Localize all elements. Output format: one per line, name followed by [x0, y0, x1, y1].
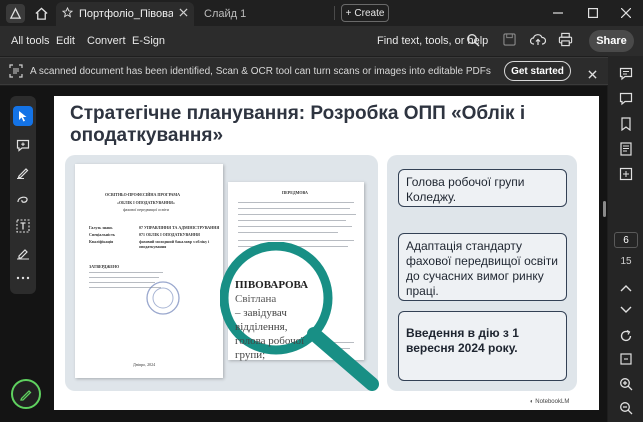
fit-page-icon[interactable] [616, 349, 636, 369]
doc1-level: фахової передвищої освіти [123, 207, 169, 212]
close-notification-icon[interactable] [588, 66, 597, 84]
select-tool-icon[interactable] [13, 106, 33, 126]
highlight-pen-icon[interactable] [13, 162, 33, 182]
search-icon[interactable] [466, 33, 480, 52]
share-button[interactable]: Share [589, 30, 634, 52]
doc1-city-year: Дніпро, 2024 [133, 362, 156, 367]
magnified-line3: голова робочої групи; [235, 335, 305, 361]
pages-thumbnail-icon[interactable] [616, 139, 636, 159]
doc2-heading: ПЕРЕДМОВА [282, 190, 308, 195]
rotate-icon[interactable] [616, 326, 636, 346]
vertical-scrollbar-thumb[interactable] [603, 201, 606, 217]
page-total: 15 [620, 256, 632, 267]
attachments-icon[interactable] [616, 164, 636, 184]
menu-convert[interactable]: Convert [87, 35, 126, 47]
draw-freehand-icon[interactable] [13, 189, 33, 209]
doc1-specialty-label: Спеціальність [89, 232, 116, 237]
bookmark-icon[interactable] [616, 114, 636, 134]
menu-edit[interactable]: Edit [56, 35, 75, 47]
minimize-icon[interactable] [548, 3, 568, 23]
notebooklm-brand: ◐ NotebookLM [530, 399, 570, 405]
scan-icon [9, 64, 23, 83]
app-logo-icon[interactable] [6, 4, 25, 23]
plus-icon: + [345, 7, 352, 19]
info-box-head: Голова робочої групи Коледжу. [398, 169, 567, 207]
sign-icon[interactable] [13, 243, 33, 263]
menu-all-tools[interactable]: All tools [11, 35, 50, 47]
doc1-field-label: Галузь знань [89, 225, 113, 230]
magnified-text: ПІВОВАРОВА Світлана – завідувач відділен… [235, 278, 335, 362]
doc1-program-name: «ОБЛІК І ОПОДАТКУВАННЯ» [117, 200, 175, 205]
tab-divider [334, 6, 335, 20]
tab-slide[interactable]: Слайд 1 [204, 5, 246, 23]
menu-esign[interactable]: E-Sign [132, 35, 165, 47]
create-button[interactable]: + Create [341, 4, 389, 22]
doc1-qualification-label: Кваліфікація [89, 239, 114, 244]
doc1-specialty-value: 071 ОБЛІК І ОПОДАТКУВАННЯ [139, 232, 200, 237]
doc1-field-value: 07 УПРАВЛІННЯ ТА АДМІНІСТРУВАННЯ [139, 225, 220, 230]
magnified-firstname: Світлана [235, 293, 277, 305]
tab-document[interactable]: Портфоліо_Півоварова... [56, 2, 194, 26]
cloud-upload-icon[interactable] [529, 32, 547, 52]
print-icon[interactable] [558, 32, 573, 52]
home-icon[interactable] [32, 4, 50, 22]
magnified-line2: – завідувач відділення, [235, 307, 288, 333]
page-up-icon[interactable] [616, 278, 636, 298]
tab-title: Портфоліо_Півоварова... [79, 8, 173, 20]
stamp-seal-icon [145, 280, 181, 321]
close-tab-icon[interactable] [179, 8, 188, 20]
notification-text: A scanned document has been identified, … [30, 66, 491, 77]
add-comment-icon[interactable] [13, 135, 33, 155]
chat-assistant-icon[interactable] [616, 89, 636, 109]
more-tools-icon[interactable] [13, 268, 33, 288]
zoom-out-icon[interactable] [616, 398, 636, 418]
close-window-icon[interactable] [616, 3, 636, 23]
get-started-button[interactable]: Get started [504, 61, 571, 81]
text-box-icon[interactable] [13, 216, 33, 236]
slide-title: Стратегічне планування: Розробка ОПП «Об… [70, 103, 526, 146]
info-box-standard: Адаптація стандарту фахової передвищої о… [398, 233, 567, 301]
create-label: Create [354, 7, 385, 19]
magnified-name: ПІВОВАРОВА [235, 279, 309, 291]
save-icon[interactable] [503, 33, 516, 51]
doc1-heading: ОСВІТНЬО-ПРОФЕСІЙНА ПРОГРАМА [105, 192, 181, 197]
page-number-input[interactable]: 6 [614, 232, 638, 248]
info-box-date: Введення в дію з 1 вересня 2024 року. [398, 311, 567, 381]
page-down-icon[interactable] [616, 300, 636, 320]
program-document-image: ОСВІТНЬО-ПРОФЕСІЙНА ПРОГРАМА «ОБЛІК І ОП… [75, 164, 223, 378]
star-icon[interactable] [61, 6, 74, 21]
ai-assistant-pen-button[interactable] [11, 379, 41, 409]
doc1-qualification-value: фаховий молодший бакалавр з обліку і опо… [139, 239, 210, 249]
maximize-icon[interactable] [583, 3, 603, 23]
doc1-approved: ЗАТВЕРДЖЕНО [89, 264, 120, 269]
comments-panel-icon[interactable] [616, 64, 636, 84]
zoom-in-icon[interactable] [616, 374, 636, 394]
pdf-page: Стратегічне планування: Розробка ОПП «Об… [54, 96, 599, 410]
